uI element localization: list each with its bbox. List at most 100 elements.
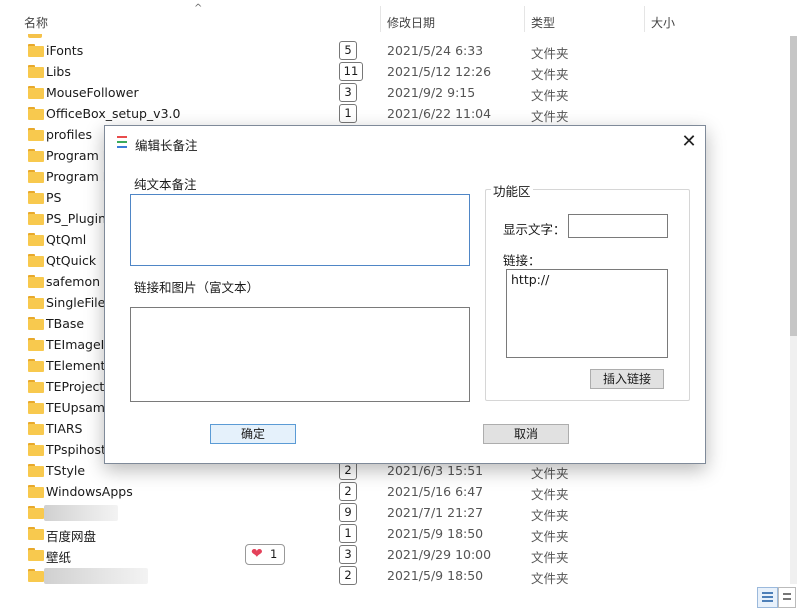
file-name: PS bbox=[46, 190, 62, 205]
folder-icon bbox=[28, 233, 44, 246]
file-type: 文件夹 bbox=[531, 67, 569, 82]
note-count-badge[interactable]: 2 bbox=[339, 482, 357, 501]
folder-icon bbox=[28, 254, 44, 267]
file-row[interactable]: WindowsApps 2 2021/5/16 6:47 文件夹 bbox=[0, 481, 790, 502]
file-row[interactable]: iFonts 5 2021/5/24 6:33 文件夹 bbox=[0, 40, 790, 61]
redacted-name bbox=[44, 568, 148, 584]
modified-date: 2021/5/16 6:47 bbox=[387, 484, 484, 499]
file-name: TPspihost bbox=[46, 442, 106, 457]
note-count-badge[interactable]: 3 bbox=[339, 83, 357, 102]
folder-icon bbox=[28, 359, 44, 372]
note-count-badge[interactable]: 2 bbox=[339, 566, 357, 585]
folder-icon bbox=[28, 401, 44, 414]
file-type: 文件夹 bbox=[531, 487, 569, 502]
scrollbar-thumb[interactable] bbox=[790, 36, 797, 336]
column-header-size[interactable]: 大小 bbox=[651, 14, 675, 31]
modified-date: 2021/5/24 6:33 bbox=[387, 43, 484, 58]
file-name: WindowsApps bbox=[46, 484, 133, 499]
folder-icon bbox=[28, 212, 44, 225]
note-count-badge[interactable]: 3 bbox=[339, 545, 357, 564]
modified-date: 2021/5/9 18:50 bbox=[387, 568, 484, 583]
plain-text-note-input[interactable] bbox=[130, 194, 470, 266]
folder-icon bbox=[28, 34, 42, 38]
large-icons-view-icon[interactable] bbox=[778, 587, 796, 608]
modified-date: 2021/9/29 10:00 bbox=[387, 547, 492, 562]
close-icon[interactable]: ✕ bbox=[677, 131, 701, 153]
folder-icon bbox=[28, 128, 44, 141]
like-badge[interactable]: ❤ 1 bbox=[245, 544, 285, 565]
column-header-type[interactable]: 类型 bbox=[531, 14, 555, 31]
file-name: TElements bbox=[46, 358, 112, 373]
file-row[interactable]: 2 2021/5/9 18:50 文件夹 bbox=[0, 565, 790, 586]
file-name: QtQuick bbox=[46, 253, 97, 268]
folder-icon bbox=[28, 149, 44, 162]
link-url-input[interactable]: http:// bbox=[506, 269, 668, 358]
file-row[interactable]: 壁纸 ❤ 1 3 2021/9/29 10:00 文件夹 bbox=[0, 544, 790, 565]
file-name: Libs bbox=[46, 64, 71, 79]
display-text-input[interactable] bbox=[568, 214, 668, 238]
heart-icon: ❤ bbox=[251, 546, 263, 562]
like-count: 1 bbox=[270, 547, 278, 561]
note-count-badge[interactable]: 9 bbox=[339, 503, 357, 522]
link-url-value: http:// bbox=[511, 272, 550, 287]
modified-date: 2021/9/2 9:15 bbox=[387, 85, 476, 100]
file-name: TStyle bbox=[46, 463, 86, 478]
column-header-bar: ^ 名称 修改日期 类型 大小 bbox=[0, 0, 797, 36]
file-row[interactable]: Libs 11 2021/5/12 12:26 文件夹 bbox=[0, 61, 790, 82]
column-divider[interactable] bbox=[644, 6, 645, 32]
column-divider[interactable] bbox=[524, 6, 525, 32]
app-icon bbox=[117, 136, 127, 148]
modified-date: 2021/6/22 11:04 bbox=[387, 106, 492, 121]
edit-long-note-dialog: 编辑长备注 ✕ 纯文本备注 链接和图片（富文本） 功能区 显示文字： 链接： h… bbox=[104, 125, 706, 464]
modified-date: 2021/7/1 21:27 bbox=[387, 505, 484, 520]
file-name: PS_Plugins bbox=[46, 211, 113, 226]
folder-icon bbox=[28, 65, 44, 78]
display-text-label: 显示文字： bbox=[503, 222, 566, 237]
file-type: 文件夹 bbox=[531, 550, 569, 565]
file-name: TEUpsamp bbox=[46, 400, 113, 415]
insert-link-button[interactable]: 插入链接 bbox=[590, 369, 664, 389]
note-count-badge[interactable]: 11 bbox=[339, 62, 363, 81]
folder-icon bbox=[28, 485, 44, 498]
rich-text-note-input[interactable] bbox=[130, 307, 470, 402]
folder-icon bbox=[28, 548, 44, 561]
file-row[interactable]: 9 2021/7/1 21:27 文件夹 bbox=[0, 502, 790, 523]
ok-button[interactable]: 确定 bbox=[210, 424, 296, 444]
file-type: 文件夹 bbox=[531, 109, 569, 124]
file-type: 文件夹 bbox=[531, 466, 569, 481]
file-row[interactable]: 百度网盘 1 2021/5/9 18:50 文件夹 bbox=[0, 523, 790, 544]
column-divider[interactable] bbox=[380, 6, 381, 32]
note-count-badge[interactable]: 1 bbox=[339, 104, 357, 123]
file-name: OfficeBox_setup_v3.0 bbox=[46, 106, 181, 121]
folder-icon bbox=[28, 275, 44, 288]
folder-icon bbox=[28, 443, 44, 456]
file-row[interactable]: OfficeBox_setup_v3.0 1 2021/6/22 11:04 文件夹 bbox=[0, 103, 790, 124]
column-header-name[interactable]: 名称 bbox=[24, 14, 48, 31]
folder-icon bbox=[28, 191, 44, 204]
details-view-icon[interactable] bbox=[757, 587, 778, 608]
folder-icon bbox=[28, 380, 44, 393]
file-name: Program F bbox=[46, 148, 110, 163]
folder-icon bbox=[28, 107, 44, 120]
vertical-scrollbar[interactable] bbox=[790, 36, 797, 584]
link-label: 链接： bbox=[503, 253, 541, 268]
folder-icon bbox=[28, 296, 44, 309]
cancel-button[interactable]: 取消 bbox=[483, 424, 569, 444]
note-count-badge[interactable]: 5 bbox=[339, 41, 357, 60]
file-type: 文件夹 bbox=[531, 508, 569, 523]
sort-ascending-icon: ^ bbox=[194, 3, 203, 14]
file-name: 百度网盘 bbox=[46, 529, 97, 544]
file-name: 壁纸 bbox=[46, 550, 72, 565]
folder-icon bbox=[28, 464, 44, 477]
file-name: TEProjectI bbox=[46, 379, 108, 394]
file-name: iFonts bbox=[46, 43, 84, 58]
rich-text-label: 链接和图片（富文本） bbox=[134, 280, 260, 295]
column-header-date[interactable]: 修改日期 bbox=[387, 14, 435, 31]
file-row[interactable]: MouseFollower 3 2021/9/2 9:15 文件夹 bbox=[0, 82, 790, 103]
file-type: 文件夹 bbox=[531, 529, 569, 544]
file-type: 文件夹 bbox=[531, 46, 569, 61]
note-count-badge[interactable]: 1 bbox=[339, 524, 357, 543]
file-name: TIARS bbox=[46, 421, 83, 436]
dialog-title: 编辑长备注 bbox=[135, 138, 198, 153]
folder-icon bbox=[28, 338, 44, 351]
